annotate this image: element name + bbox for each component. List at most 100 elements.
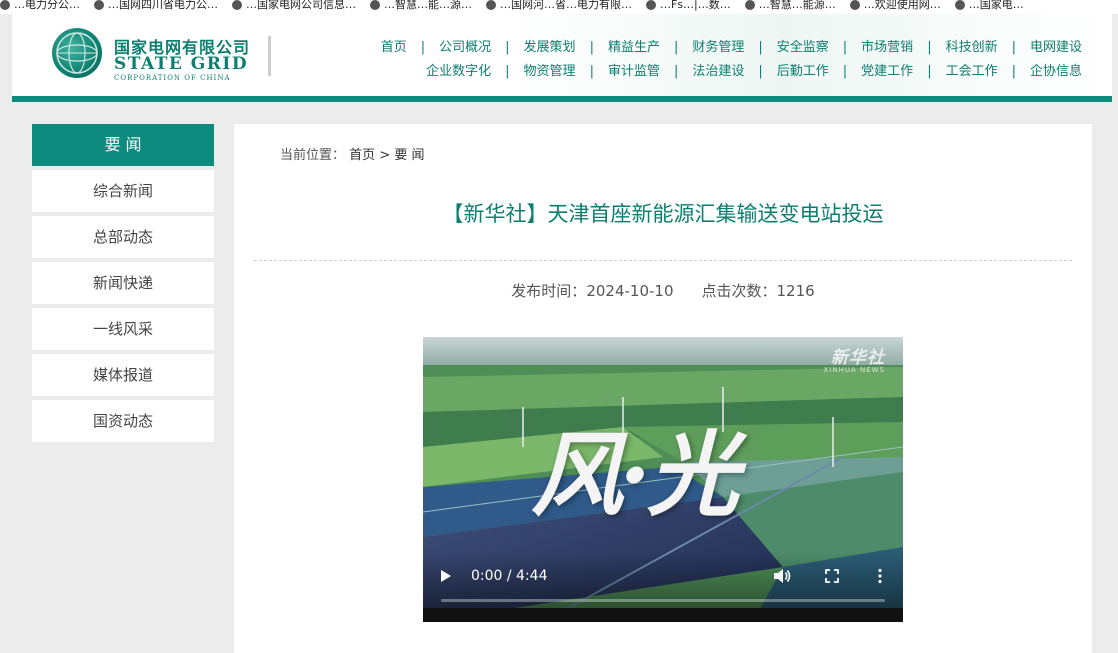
bookmark-favicon-icon <box>646 0 656 10</box>
more-options-icon[interactable] <box>877 568 883 584</box>
nav-separator: | <box>927 64 932 79</box>
nav-separator: | <box>505 64 510 79</box>
breadcrumb-separator: > <box>379 148 391 163</box>
fullscreen-icon[interactable] <box>825 569 839 583</box>
bookmark-item[interactable]: …国家电… <box>954 0 1024 11</box>
logo-sub-text: CORPORATION OF CHINA <box>114 74 231 82</box>
logo-en-text: STATE GRID <box>114 54 249 74</box>
sidebar-item-hq-updates[interactable]: 总部动态 <box>32 216 214 258</box>
nav-separator: | <box>420 40 426 55</box>
nav-link[interactable]: 企协信息 <box>1030 60 1082 79</box>
nav-separator: | <box>673 64 679 79</box>
bookmark-favicon-icon <box>486 0 496 10</box>
nav-link[interactable]: 企业数字化 <box>426 60 491 79</box>
bookmark-label: …国网四川省电力公… <box>108 0 218 11</box>
article-title: 【新华社】天津首座新能源汇集输送变电站投运 <box>442 202 884 226</box>
bookmark-favicon-icon <box>0 0 10 10</box>
sidebar: 要 闻 综合新闻 总部动态 新闻快递 一线风采 媒体报道 国资动态 <box>32 124 214 442</box>
nav-link[interactable]: 精益生产 <box>608 36 660 55</box>
state-grid-logo[interactable]: 国家电网有限公司 STATE GRID CORPORATION OF CHINA <box>52 28 272 88</box>
nav-link[interactable]: 科技创新 <box>946 36 998 55</box>
bookmark-label: …智慧…能源… <box>758 0 836 11</box>
bookmark-label: …国家电… <box>968 0 1024 11</box>
site-header: 国家电网有限公司 STATE GRID CORPORATION OF CHINA… <box>12 14 1112 96</box>
breadcrumb-current[interactable]: 要 闻 <box>394 148 424 163</box>
nav-separator: | <box>842 64 848 79</box>
breadcrumb: 当前位置： 首页 > 要 闻 <box>280 144 425 163</box>
bookmark-favicon-icon <box>954 0 965 10</box>
logo-divider <box>268 36 271 76</box>
nav-separator: | <box>589 40 594 55</box>
bookmark-label: …国网河…省…电力有限… <box>500 0 632 11</box>
video-bottom-bar <box>423 608 903 622</box>
bookmark-favicon-icon <box>232 0 242 10</box>
sidebar-item-comprehensive-news[interactable]: 综合新闻 <box>32 170 214 212</box>
bookmark-label: …电力分公… <box>14 0 80 11</box>
nav-separator: | <box>1011 64 1016 79</box>
video-player[interactable]: 新华社 XINHUA NEWS 风·光 0:00 / 4:44 <box>423 337 903 622</box>
nav-separator: | <box>927 40 932 55</box>
nav-link[interactable]: 公司概况 <box>439 36 491 55</box>
nav-separator: | <box>758 40 763 55</box>
nav-link[interactable]: 法治建设 <box>692 60 744 79</box>
main-nav-row-1: 首页 | 公司概况 | 发展策划 | 精益生产 | 财务管理 | 安全监察 | 市场营销 | 科技创新 | 电网… <box>381 36 1082 56</box>
nav-link[interactable]: 市场营销 <box>861 36 913 55</box>
play-icon[interactable] <box>441 570 451 582</box>
nav-link[interactable]: 首页 <box>381 36 407 55</box>
click-count: 1216 <box>776 282 815 300</box>
bookmark-item[interactable]: …电力分公… <box>0 0 80 10</box>
article-panel: 当前位置： 首页 > 要 闻 【新华社】天津首座新能源汇集输送变电站投运 发布时… <box>234 124 1092 653</box>
publish-date: 2024-10-10 <box>586 282 674 300</box>
bookmark-favicon-icon <box>370 0 380 10</box>
nav-link[interactable]: 财务管理 <box>692 36 744 55</box>
bookmark-item[interactable]: …智慧…能源… <box>744 0 836 11</box>
bookmark-item[interactable]: …国家电网公司信息… <box>232 0 356 10</box>
bookmark-label: …国家电网公司信息… <box>246 0 356 11</box>
video-progress-track[interactable] <box>441 599 885 602</box>
clicks-label: 点击次数： <box>701 282 777 300</box>
watermark-en: XINHUA NEWS <box>823 366 885 374</box>
article-meta: 发布时间：2024-10-10 点击次数：1216 <box>234 280 1092 301</box>
bookmark-item[interactable]: …国网四川省电力公… <box>94 0 218 10</box>
sidebar-item-sasac-updates[interactable]: 国资动态 <box>32 400 214 442</box>
nav-link[interactable]: 电网建设 <box>1030 36 1082 55</box>
bookmark-label: …Fs…|…数… <box>660 0 731 11</box>
nav-separator: | <box>842 40 848 55</box>
title-divider <box>254 260 1072 261</box>
bookmark-favicon-icon <box>849 0 860 10</box>
watermark-cn: 新华社 <box>831 348 885 368</box>
xinhua-watermark: 新华社 XINHUA NEWS <box>823 343 885 374</box>
sidebar-item-news-express[interactable]: 新闻快递 <box>32 262 214 304</box>
bookmark-item[interactable]: …国网河…省…电力有限… <box>486 0 632 10</box>
nav-link[interactable]: 后勤工作 <box>777 60 829 79</box>
breadcrumb-home-link[interactable]: 首页 <box>349 148 375 163</box>
state-grid-emblem-icon <box>52 28 102 78</box>
nav-link[interactable]: 党建工作 <box>861 60 913 79</box>
video-time: 0:00 / 4:44 <box>471 568 548 584</box>
nav-separator: | <box>505 40 510 55</box>
sidebar-title[interactable]: 要 闻 <box>32 124 214 166</box>
nav-link[interactable]: 物资管理 <box>524 60 576 79</box>
main-nav-row-2: 企业数字化 | 物资管理 | 审计监管 | 法治建设 | 后勤工作 | 党建工作 | 工会工作 | 企协信息 <box>426 60 1082 80</box>
breadcrumb-label: 当前位置： <box>280 148 346 163</box>
bookmark-label: …智慧…能…源… <box>384 0 472 11</box>
nav-link[interactable]: 工会工作 <box>946 60 998 79</box>
header-accent-bar <box>12 96 1112 102</box>
bookmark-item[interactable]: …智慧…能…源… <box>370 0 472 10</box>
nav-link[interactable]: 审计监管 <box>608 60 660 79</box>
nav-separator: | <box>758 64 763 79</box>
bookmark-favicon-icon <box>94 0 104 10</box>
bookmark-label: …欢迎使用网… <box>863 0 941 11</box>
nav-separator: | <box>589 64 594 79</box>
bookmark-item[interactable]: …Fs…|…数… <box>646 0 731 10</box>
nav-link[interactable]: 安全监察 <box>777 36 829 55</box>
volume-icon[interactable] <box>773 568 791 584</box>
nav-separator: | <box>673 40 679 55</box>
sidebar-item-media-reports[interactable]: 媒体报道 <box>32 354 214 396</box>
publish-label: 发布时间： <box>511 282 587 300</box>
nav-separator: | <box>1011 40 1016 55</box>
nav-link[interactable]: 发展策划 <box>524 36 576 55</box>
sidebar-item-frontline[interactable]: 一线风采 <box>32 308 214 350</box>
bookmark-item[interactable]: …欢迎使用网… <box>849 0 941 11</box>
calligraphy-title: 风·光 <box>531 421 739 529</box>
